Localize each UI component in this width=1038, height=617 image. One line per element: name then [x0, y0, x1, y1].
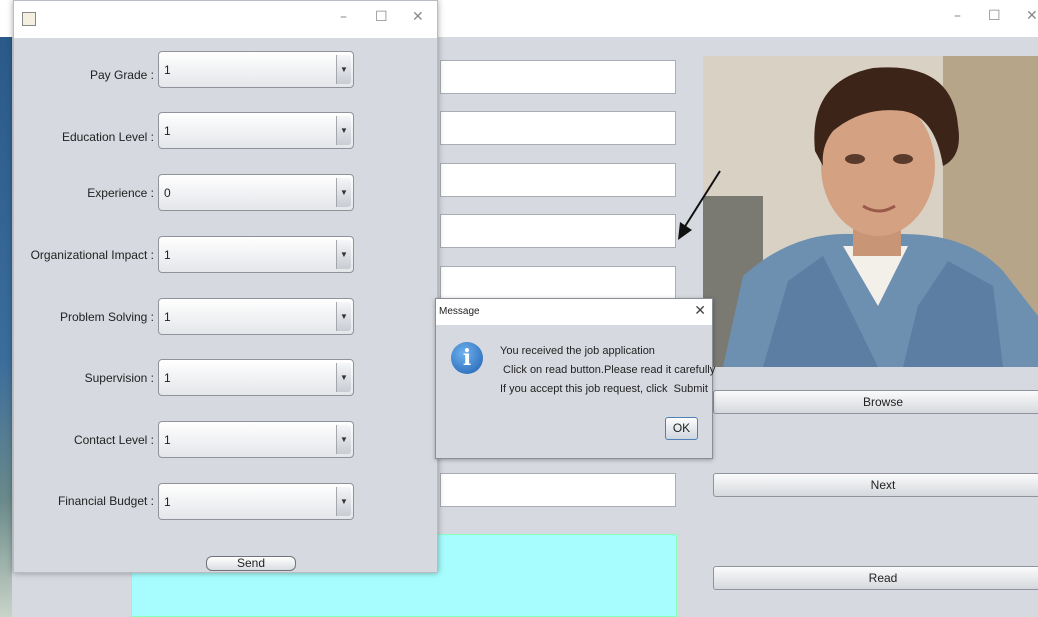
message-title: Message — [439, 306, 480, 317]
message-line-1: You received the job application — [500, 345, 655, 357]
form-minimize-button[interactable]: – — [340, 9, 347, 25]
chevron-down-icon[interactable]: ▼ — [336, 425, 351, 454]
contact-level-select[interactable]: 1 ▼ — [158, 421, 354, 458]
organizational-impact-value: 1 — [164, 248, 171, 262]
education-level-select[interactable]: 1 ▼ — [158, 112, 354, 149]
send-button[interactable]: Send — [206, 556, 296, 571]
form-maximize-button[interactable]: ☐ — [375, 9, 388, 25]
pay-grade-select[interactable]: 1 ▼ — [158, 51, 354, 88]
organizational-impact-label: Organizational Impact : — [30, 248, 154, 262]
chevron-down-icon[interactable]: ▼ — [336, 178, 351, 207]
job-evaluation-window: – ☐ ✕ Pay Grade : 1 ▼ Education Level : … — [13, 0, 438, 573]
pointer-arrow-icon — [678, 170, 721, 240]
education-level-label: Education Level : — [61, 130, 154, 144]
form-titlebar: – ☐ ✕ — [14, 1, 437, 38]
ok-button[interactable]: OK — [665, 417, 698, 440]
text-field-2[interactable] — [440, 111, 676, 145]
experience-value: 0 — [164, 186, 171, 200]
chevron-down-icon[interactable]: ▼ — [336, 363, 351, 392]
contact-level-value: 1 — [164, 433, 171, 447]
problem-solving-select[interactable]: 1 ▼ — [158, 298, 354, 335]
browse-button[interactable]: Browse — [713, 390, 1038, 414]
text-field-1[interactable] — [440, 60, 676, 94]
message-titlebar: Message ✕ — [436, 299, 712, 325]
pay-grade-value: 1 — [164, 63, 171, 77]
desktop-edge — [0, 37, 12, 617]
chevron-down-icon[interactable]: ▼ — [336, 116, 351, 145]
chevron-down-icon[interactable]: ▼ — [336, 487, 351, 516]
close-icon[interactable]: ✕ — [694, 303, 706, 319]
person-photo — [703, 56, 1038, 367]
text-field-4[interactable] — [440, 214, 676, 248]
supervision-label: Supervision : — [84, 371, 154, 385]
bg-close-button[interactable]: ✕ — [1026, 8, 1038, 24]
supervision-value: 1 — [164, 371, 171, 385]
read-button[interactable]: Read — [713, 566, 1038, 590]
message-line-2: Click on read button.Please read it care… — [500, 364, 716, 376]
java-app-icon — [22, 12, 36, 26]
chevron-down-icon[interactable]: ▼ — [336, 55, 351, 84]
organizational-impact-select[interactable]: 1 ▼ — [158, 236, 354, 273]
experience-select[interactable]: 0 ▼ — [158, 174, 354, 211]
message-line-3: If you accept this job request, click Su… — [500, 383, 708, 395]
bg-minimize-button[interactable]: – — [954, 8, 961, 24]
problem-solving-label: Problem Solving : — [59, 310, 154, 324]
supervision-select[interactable]: 1 ▼ — [158, 359, 354, 396]
problem-solving-value: 1 — [164, 310, 171, 324]
text-field-3[interactable] — [440, 163, 676, 197]
financial-budget-label: Financial Budget : — [57, 494, 154, 508]
next-button[interactable]: Next — [713, 473, 1038, 497]
chevron-down-icon[interactable]: ▼ — [336, 240, 351, 269]
chevron-down-icon[interactable]: ▼ — [336, 302, 351, 331]
text-field-6[interactable] — [440, 473, 676, 507]
contact-level-label: Contact Level : — [73, 433, 154, 447]
financial-budget-select[interactable]: 1 ▼ — [158, 483, 354, 520]
education-level-value: 1 — [164, 124, 171, 138]
info-icon: i — [451, 342, 483, 374]
person-photo-graphic — [703, 56, 1038, 367]
financial-budget-value: 1 — [164, 495, 171, 509]
pay-grade-label: Pay Grade : — [89, 68, 154, 82]
form-close-button[interactable]: ✕ — [412, 9, 424, 25]
message-dialog: Message ✕ i You received the job applica… — [435, 298, 716, 459]
experience-label: Experience : — [87, 186, 154, 200]
bg-maximize-button[interactable]: ☐ — [988, 8, 1001, 24]
text-field-5[interactable] — [440, 266, 676, 300]
